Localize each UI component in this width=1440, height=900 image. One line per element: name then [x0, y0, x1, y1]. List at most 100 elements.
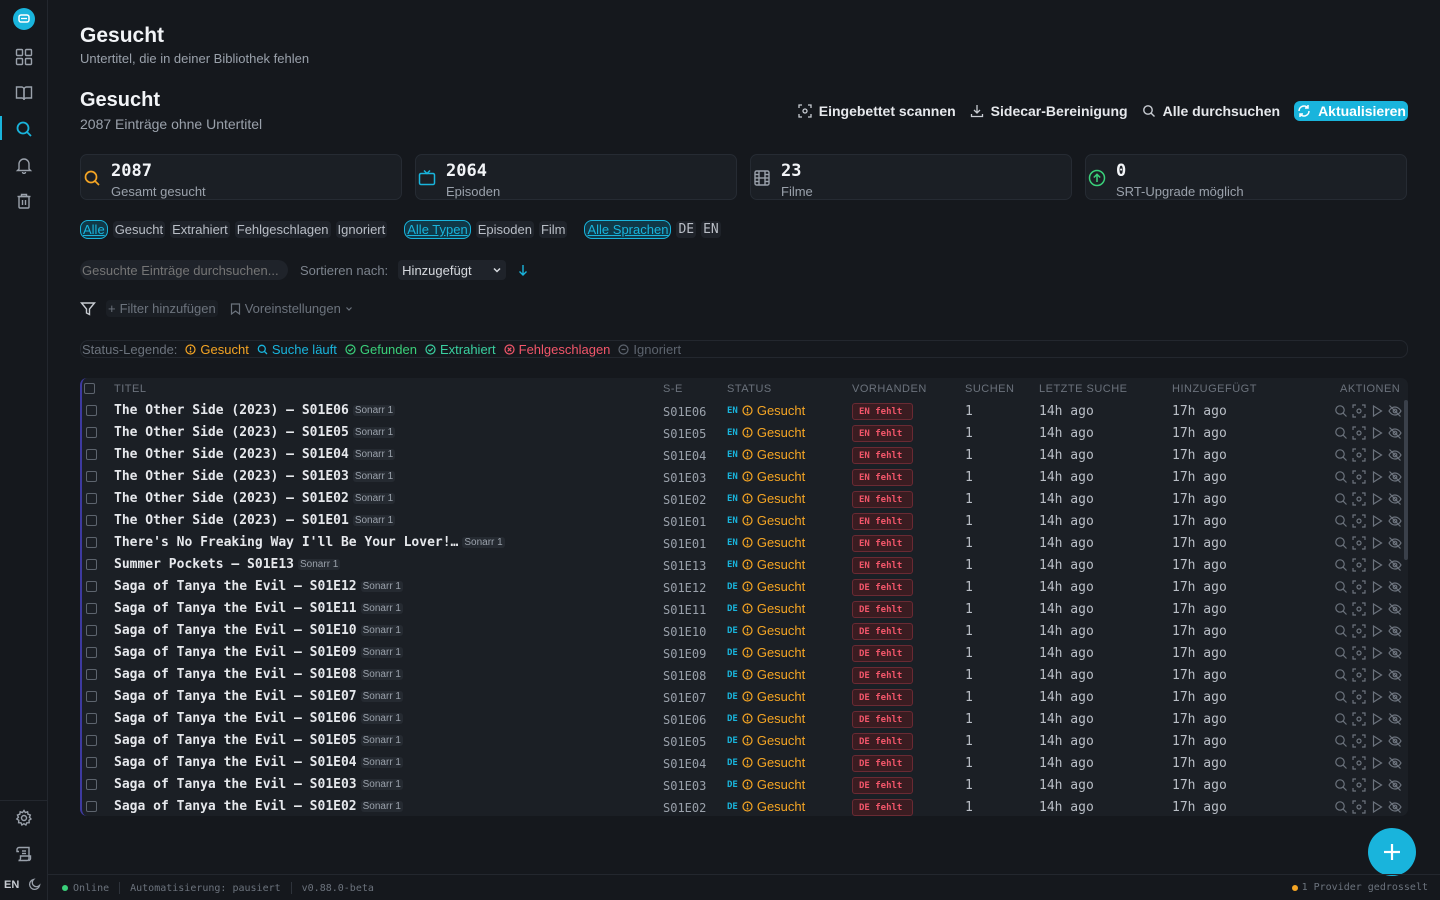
search-input[interactable]	[80, 260, 288, 280]
filter-icon[interactable]	[80, 301, 96, 317]
eye-off-icon[interactable]	[1388, 580, 1402, 594]
row-checkbox[interactable]	[86, 603, 97, 614]
table-row[interactable]: Saga of Tanya the Evil – S01E08 Sonarr 1S…	[82, 664, 1408, 686]
bell-icon[interactable]	[12, 153, 36, 177]
row-title[interactable]: Saga of Tanya the Evil – S01E11 Sonarr 1	[114, 601, 403, 616]
search-icon[interactable]	[1334, 602, 1348, 616]
sidecar-cleanup-button[interactable]: Sidecar-Bereinigung	[970, 103, 1128, 119]
col-present[interactable]: VORHANDEN	[852, 383, 927, 395]
row-checkbox[interactable]	[86, 515, 97, 526]
eye-off-icon[interactable]	[1388, 558, 1402, 572]
row-checkbox[interactable]	[86, 581, 97, 592]
col-title[interactable]: TITEL	[114, 383, 146, 395]
refresh-button[interactable]: Aktualisieren	[1294, 101, 1408, 121]
table-row[interactable]: Saga of Tanya the Evil – S01E02 Sonarr 1S…	[82, 796, 1408, 816]
row-title[interactable]: The Other Side (2023) – S01E04 Sonarr 1	[114, 447, 396, 462]
logs-icon[interactable]	[12, 842, 36, 866]
col-searches[interactable]: SUCHEN	[965, 383, 1014, 395]
chip-lang-en[interactable]: EN	[701, 221, 721, 238]
table-row[interactable]: Saga of Tanya the Evil – S01E12 Sonarr 1S…	[82, 576, 1408, 598]
eye-off-icon[interactable]	[1388, 448, 1402, 462]
table-row[interactable]: The Other Side (2023) – S01E02 Sonarr 1 S0…	[82, 488, 1408, 510]
play-icon[interactable]	[1370, 756, 1384, 770]
play-icon[interactable]	[1370, 536, 1384, 550]
eye-off-icon[interactable]	[1388, 514, 1402, 528]
chip-type-all[interactable]: Alle Typen	[404, 220, 471, 239]
scan-icon[interactable]	[1352, 778, 1366, 792]
row-title[interactable]: There's No Freaking Way I'll Be Your Lov…	[114, 535, 505, 550]
row-checkbox[interactable]	[86, 449, 97, 460]
search-icon[interactable]	[1334, 734, 1348, 748]
row-checkbox[interactable]	[86, 801, 97, 812]
row-title[interactable]: The Other Side (2023) – S01E05 Sonarr 1	[114, 425, 396, 440]
play-icon[interactable]	[1370, 558, 1384, 572]
scan-icon[interactable]	[1352, 404, 1366, 418]
automation-status[interactable]: Automatisierung: pausiert	[130, 883, 281, 894]
search-icon[interactable]	[12, 117, 36, 141]
scan-icon[interactable]	[1352, 426, 1366, 440]
search-all-button[interactable]: Alle durchsuchen	[1142, 103, 1280, 119]
play-icon[interactable]	[1370, 668, 1384, 682]
row-title[interactable]: Saga of Tanya the Evil – S01E04 Sonarr 1	[114, 755, 403, 770]
row-checkbox[interactable]	[86, 405, 97, 416]
play-icon[interactable]	[1370, 426, 1384, 440]
trash-icon[interactable]	[12, 189, 36, 213]
add-filter-button[interactable]: + Filter hinzufügen	[106, 300, 218, 317]
search-icon[interactable]	[1334, 514, 1348, 528]
row-title[interactable]: Saga of Tanya the Evil – S01E07 Sonarr 1	[114, 689, 403, 704]
sort-select[interactable]: Hinzugefügt	[398, 260, 507, 280]
eye-off-icon[interactable]	[1388, 624, 1402, 638]
eye-off-icon[interactable]	[1388, 602, 1402, 616]
scan-icon[interactable]	[1352, 492, 1366, 506]
eye-off-icon[interactable]	[1388, 800, 1402, 814]
row-title[interactable]: Saga of Tanya the Evil – S01E09 Sonarr 1	[114, 645, 403, 660]
search-icon[interactable]	[1334, 492, 1348, 506]
table-row[interactable]: Saga of Tanya the Evil – S01E03 Sonarr 1S…	[82, 774, 1408, 796]
search-icon[interactable]	[1334, 756, 1348, 770]
search-icon[interactable]	[1334, 536, 1348, 550]
gear-icon[interactable]	[12, 806, 36, 830]
row-checkbox[interactable]	[86, 625, 97, 636]
row-title[interactable]: Saga of Tanya the Evil – S01E08 Sonarr 1	[114, 667, 403, 682]
dashboard-icon[interactable]	[12, 45, 36, 69]
table-scrollbar[interactable]	[1404, 400, 1408, 560]
col-status[interactable]: STATUS	[727, 383, 772, 395]
sort-direction-icon[interactable]	[516, 263, 530, 277]
search-icon[interactable]	[1334, 404, 1348, 418]
scan-icon[interactable]	[1352, 558, 1366, 572]
moon-icon[interactable]	[28, 877, 44, 893]
table-row[interactable]: Saga of Tanya the Evil – S01E05 Sonarr 1S…	[82, 730, 1408, 752]
scan-icon[interactable]	[1352, 602, 1366, 616]
chip-status-extracted[interactable]: Extrahiert	[170, 221, 230, 238]
row-checkbox[interactable]	[86, 669, 97, 680]
scan-icon[interactable]	[1352, 514, 1366, 528]
row-title[interactable]: The Other Side (2023) – S01E02 Sonarr 1	[114, 491, 396, 506]
table-row[interactable]: The Other Side (2023) – S01E01 Sonarr 1 S0…	[82, 510, 1408, 532]
search-icon[interactable]	[1334, 800, 1348, 814]
eye-off-icon[interactable]	[1388, 668, 1402, 682]
table-row[interactable]: The Other Side (2023) – S01E04 Sonarr 1 S0…	[82, 444, 1408, 466]
eye-off-icon[interactable]	[1388, 536, 1402, 550]
table-row[interactable]: There's No Freaking Way I'll Be Your Lov…	[82, 532, 1408, 554]
search-icon[interactable]	[1334, 426, 1348, 440]
chip-status-all[interactable]: Alle	[80, 220, 108, 239]
search-icon[interactable]	[1334, 646, 1348, 660]
presets-button[interactable]: Voreinstellungen	[228, 300, 355, 317]
row-checkbox[interactable]	[86, 713, 97, 724]
search-icon[interactable]	[1334, 470, 1348, 484]
play-icon[interactable]	[1370, 580, 1384, 594]
play-icon[interactable]	[1370, 448, 1384, 462]
scan-icon[interactable]	[1352, 470, 1366, 484]
scan-icon[interactable]	[1352, 624, 1366, 638]
search-icon[interactable]	[1334, 690, 1348, 704]
search-icon[interactable]	[1334, 778, 1348, 792]
table-row[interactable]: Summer Pockets – S01E13 Sonarr 1 S01E13 EN G…	[82, 554, 1408, 576]
chip-status-wanted[interactable]: Gesucht	[112, 221, 166, 238]
add-fab-button[interactable]	[1368, 828, 1416, 876]
row-checkbox[interactable]	[86, 471, 97, 482]
row-title[interactable]: Saga of Tanya the Evil – S01E06 Sonarr 1	[114, 711, 403, 726]
play-icon[interactable]	[1370, 624, 1384, 638]
table-row[interactable]: The Other Side (2023) – S01E06 Sonarr 1 S0…	[82, 400, 1408, 422]
row-checkbox[interactable]	[86, 427, 97, 438]
play-icon[interactable]	[1370, 492, 1384, 506]
